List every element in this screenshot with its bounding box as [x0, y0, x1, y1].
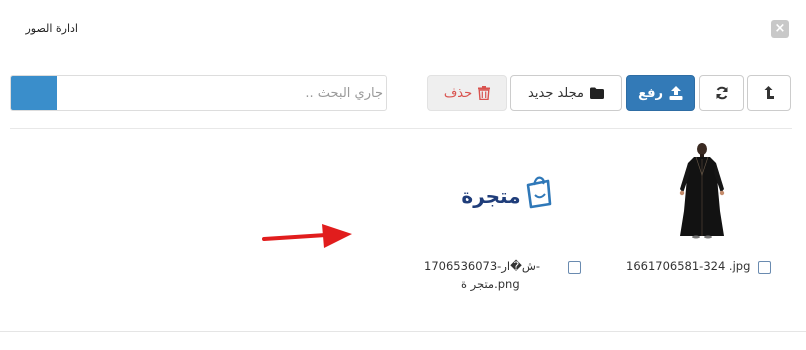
- delete-label: حذف: [443, 85, 473, 101]
- upload-button[interactable]: رفع: [626, 75, 695, 111]
- upload-icon: [669, 86, 683, 100]
- file-name[interactable]: 1661706581-324 .jpg: [626, 259, 750, 273]
- search-bar: [10, 75, 389, 111]
- modal-title: ادارة الصور: [25, 22, 78, 35]
- new-folder-label: مجلد جديد: [528, 85, 584, 101]
- new-folder-button[interactable]: مجلد جديد: [510, 75, 622, 111]
- image-manager-modal: ادارة الصور × رفع مجلد جديد حذف جاري الب…: [0, 0, 806, 350]
- folder-icon: [589, 87, 604, 99]
- toolbar-divider: [10, 128, 792, 129]
- select-checkbox[interactable]: [568, 261, 581, 274]
- svg-text:متجرة: متجرة: [461, 184, 520, 208]
- file-name-line2[interactable]: متجر ة.png: [461, 277, 520, 291]
- search-input[interactable]: [57, 76, 389, 110]
- trash-icon: [478, 86, 491, 100]
- abaya-image-thumbnail[interactable]: [672, 141, 732, 239]
- close-button[interactable]: ×: [771, 20, 789, 38]
- select-checkbox[interactable]: [758, 261, 771, 274]
- shopping-bag-icon: [526, 176, 552, 209]
- upload-label: رفع: [638, 85, 663, 101]
- level-up-icon: [763, 86, 775, 100]
- file-name-line1[interactable]: 1706536073-ش�ار-: [424, 259, 540, 273]
- store-logo-thumbnail[interactable]: متجرة: [455, 172, 555, 212]
- level-up-button[interactable]: [747, 75, 791, 111]
- delete-button[interactable]: حذف: [427, 75, 507, 111]
- red-arrow-annotation: [262, 224, 354, 254]
- search-button[interactable]: [11, 76, 57, 110]
- refresh-button[interactable]: [699, 75, 744, 111]
- refresh-icon: [715, 86, 729, 100]
- footer-divider: [0, 331, 806, 332]
